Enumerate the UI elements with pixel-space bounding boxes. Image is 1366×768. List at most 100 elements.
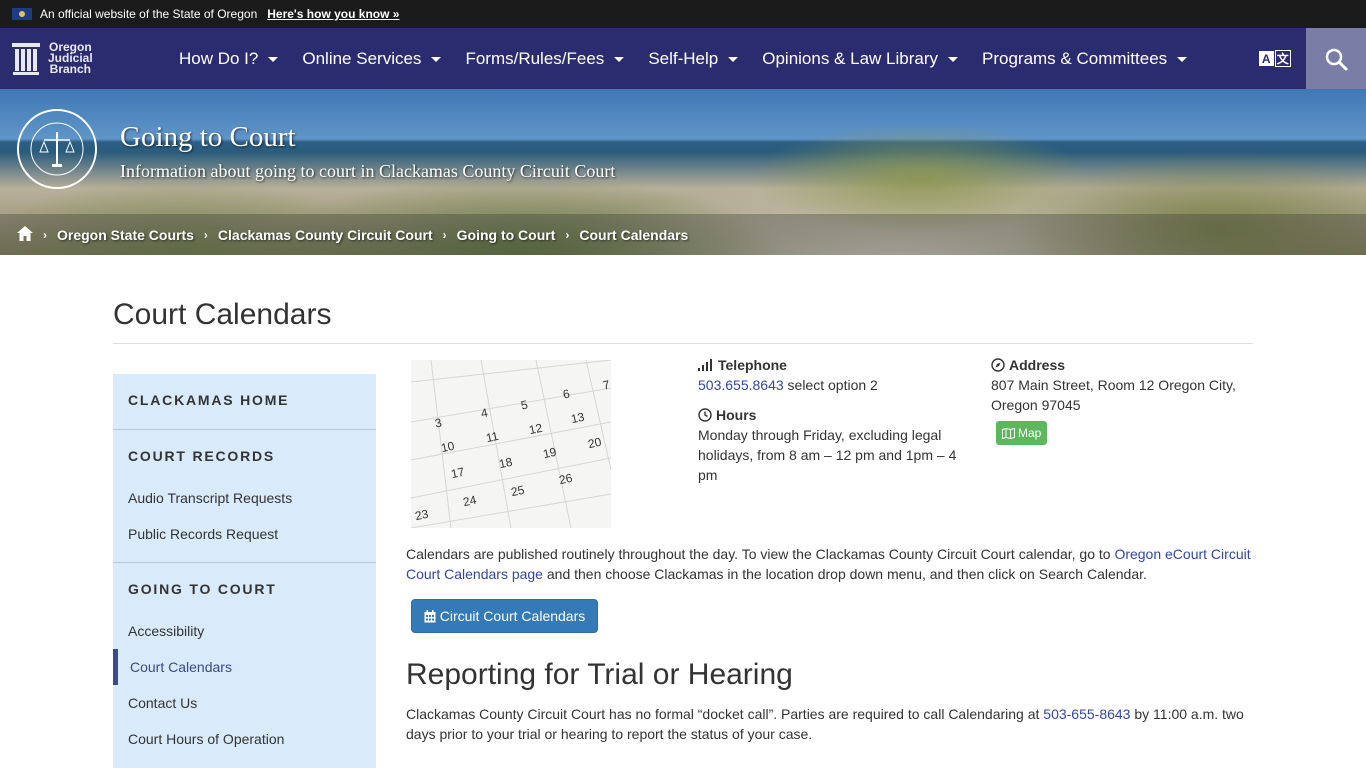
calendar-number: 19 (541, 444, 558, 462)
nav-label: Self-Help (648, 48, 719, 68)
calendars-button-label: Circuit Court Calendars (439, 608, 586, 624)
caret-down-icon (1177, 57, 1188, 62)
caret-down-icon (948, 57, 958, 62)
home-icon[interactable] (17, 225, 33, 244)
calendars-text-after: and then choose Clackamas in the locatio… (542, 566, 1147, 582)
nav-opinions-law-library[interactable]: Opinions & Law Library (750, 49, 970, 69)
hours-label: Hours (716, 407, 757, 423)
sidebar-item-contact-us[interactable]: Contact Us (128, 695, 197, 711)
sidebar-item-public-records-request[interactable]: Public Records Request (128, 526, 278, 542)
chevron-right-icon: › (43, 227, 47, 242)
sidebar-nav: CLACKAMAS HOME COURT RECORDS Audio Trans… (113, 374, 376, 768)
breadcrumb-current-page: Court Calendars (579, 226, 689, 243)
clock-icon (698, 408, 712, 422)
calendar-number: 26 (557, 470, 574, 488)
official-site-text: An official website of the State of Oreg… (40, 7, 258, 21)
calendar-number: 20 (586, 434, 603, 452)
oregon-flag-icon (12, 8, 32, 20)
sidebar-heading-going-to-court[interactable]: GOING TO COURT (113, 581, 277, 597)
hours-text: Monday through Friday, excluding legal h… (698, 427, 957, 483)
caret-down-icon (431, 57, 442, 62)
reporting-text-before: Clackamas County Circuit Court has no fo… (406, 706, 1044, 722)
telephone-line: 503.655.8643 select option 2 (698, 375, 958, 395)
hero-banner: Going to Court Information about going t… (0, 89, 1366, 255)
sidebar-heading-court-records[interactable]: COURT RECORDS (113, 448, 275, 464)
sidebar-item-court-hours[interactable]: Court Hours of Operation (128, 731, 284, 747)
calendar-number: 17 (449, 464, 466, 482)
reporting-paragraph: Clackamas County Circuit Court has no fo… (406, 704, 1256, 744)
calendar-number: 13 (569, 409, 586, 427)
calendaring-phone-link[interactable]: 503-655-8643 (1043, 706, 1130, 722)
page-title: Court Calendars (113, 298, 332, 331)
sidebar-divider (113, 562, 376, 563)
map-button-label: Map (1018, 426, 1042, 440)
nav-label: Online Services (302, 48, 422, 68)
reporting-heading: Reporting for Trial or Hearing (406, 658, 793, 691)
calendar-number: 12 (527, 420, 544, 438)
signal-icon (698, 359, 712, 371)
search-icon (1325, 48, 1348, 70)
calendar-number: 18 (497, 454, 514, 472)
breadcrumb-clackamas-county[interactable]: Clackamas County Circuit Court (218, 227, 433, 243)
map-button[interactable]: Map (996, 421, 1048, 445)
nav-label: Programs & Committees (982, 48, 1168, 68)
address-block: Address 807 Main Street, Room 12 Oregon … (991, 355, 1251, 445)
telephone-link[interactable]: 503.655.8643 (698, 377, 784, 393)
breadcrumb-oregon-state-courts[interactable]: Oregon State Courts (57, 227, 194, 243)
active-indicator (113, 649, 118, 685)
pillar-icon (12, 42, 40, 75)
nav-programs-committees[interactable]: Programs & Committees (970, 49, 1199, 69)
calendar-number: 11 (484, 428, 500, 446)
sidebar-divider (113, 429, 376, 430)
telephone-hours-block: Telephone 503.655.8643 select option 2 H… (698, 355, 958, 485)
calendar-number: 25 (509, 482, 526, 500)
breadcrumb-going-to-court[interactable]: Going to Court (457, 227, 556, 243)
calendar-number: 10 (439, 438, 456, 456)
chevron-right-icon: › (565, 227, 570, 242)
nav-forms-rules-fees[interactable]: Forms/Rules/Fees (453, 49, 636, 69)
caret-down-icon (268, 57, 279, 62)
calendar-number: 23 (413, 506, 430, 524)
hours-heading: Hours (698, 405, 958, 425)
sidebar-item-court-calendars[interactable]: Court Calendars (130, 659, 232, 675)
logo-line: Branch (49, 62, 92, 76)
nav-self-help[interactable]: Self-Help (636, 49, 750, 69)
official-site-banner: An official website of the State of Oreg… (0, 0, 1366, 28)
translate-icon-alt: 文 (1274, 50, 1291, 67)
title-divider (113, 343, 1253, 344)
nav-online-services[interactable]: Online Services (290, 49, 453, 69)
map-icon (1002, 427, 1015, 439)
nav-label: Opinions & Law Library (762, 48, 938, 68)
translate-icon: A (1258, 50, 1275, 67)
calendars-text-before: Calendars are published routinely throug… (406, 546, 1115, 562)
search-button[interactable] (1306, 28, 1366, 89)
caret-down-icon (728, 57, 739, 62)
hero-subtitle: Information about going to court in Clac… (120, 161, 616, 181)
translate-button[interactable]: A 文 (1258, 50, 1291, 67)
nav-menu: How Do I? Online Services Forms/Rules/Fe… (167, 49, 1199, 69)
telephone-suffix: select option 2 (783, 377, 878, 393)
hero-title: Going to Court (120, 121, 296, 153)
circuit-court-calendars-button[interactable]: Circuit Court Calendars (411, 599, 598, 633)
sidebar-item-audio-transcript-requests[interactable]: Audio Transcript Requests (128, 490, 292, 506)
address-heading: Address (991, 355, 1251, 375)
nav-label: Forms/Rules/Fees (465, 48, 605, 68)
chevron-right-icon: › (203, 227, 208, 242)
telephone-heading: Telephone (698, 355, 958, 375)
nav-how-do-i[interactable]: How Do I? (167, 49, 290, 69)
breadcrumb: › Oregon State Courts › Clackamas County… (0, 214, 1366, 255)
nav-label: How Do I? (179, 48, 259, 68)
chevron-right-icon: › (442, 227, 447, 242)
calendar-photo: 3 4 5 6 7 10 11 12 13 20 17 18 19 24 25 … (411, 360, 611, 528)
compass-icon (991, 358, 1005, 372)
judicial-seal-icon (17, 109, 97, 189)
telephone-label: Telephone (718, 357, 787, 373)
address-text: 807 Main Street, Room 12 Oregon City, Or… (991, 377, 1236, 413)
ojd-logo[interactable]: Oregon Judicial Branch (12, 41, 162, 76)
how-you-know-link[interactable]: Here's how you know » (267, 7, 399, 21)
address-label: Address (1009, 357, 1066, 373)
calendar-number: 24 (461, 492, 478, 510)
sidebar-heading-clackamas-home[interactable]: CLACKAMAS HOME (113, 392, 289, 408)
main-navbar: Oregon Judicial Branch How Do I? Online … (0, 28, 1366, 89)
sidebar-item-accessibility[interactable]: Accessibility (128, 623, 204, 639)
